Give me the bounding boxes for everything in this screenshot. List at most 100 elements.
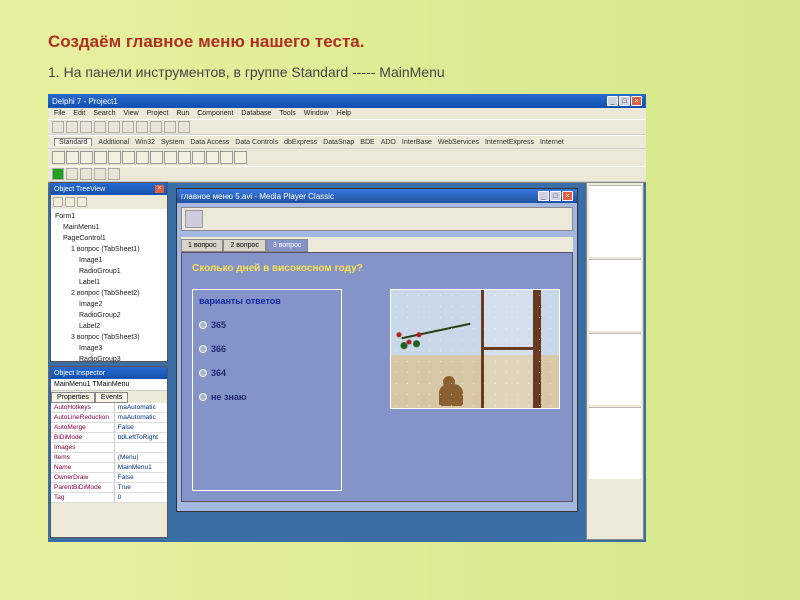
menu-item[interactable]: Edit — [73, 110, 85, 117]
radio-option[interactable]: 365 — [199, 320, 335, 330]
component-icon[interactable] — [80, 151, 93, 164]
tree-node[interactable]: MainMenu1 — [55, 222, 163, 233]
palette-tab[interactable]: BDE — [360, 139, 374, 146]
prop-value[interactable]: bdLeftToRight — [115, 433, 167, 442]
prop-value[interactable]: False — [115, 423, 167, 432]
quiz-tab-1[interactable]: 1 вопрос — [181, 239, 223, 252]
menu-item[interactable]: Tools — [279, 110, 295, 117]
tree-node[interactable]: 3 вопрос (TabSheet3) — [55, 332, 163, 343]
menu-item[interactable]: File — [54, 110, 65, 117]
palette-tab[interactable]: Additional — [98, 139, 129, 146]
tree-node[interactable]: PageControl1 — [55, 233, 163, 244]
toolbar-icon[interactable] — [164, 121, 176, 133]
component-icon[interactable] — [108, 151, 121, 164]
toolbar-icon[interactable] — [108, 168, 120, 180]
toolbar-icon[interactable] — [94, 121, 106, 133]
close-button[interactable]: × — [631, 96, 642, 106]
component-icon[interactable] — [178, 151, 191, 164]
palette-tab[interactable]: Data Controls — [235, 139, 278, 146]
tree-node[interactable]: Label1 — [55, 277, 163, 288]
tree-node[interactable]: 2 вопрос (TabSheet2) — [55, 288, 163, 299]
component-icon[interactable] — [52, 151, 65, 164]
component-icon[interactable] — [220, 151, 233, 164]
palette-tab[interactable]: System — [161, 139, 184, 146]
component-icon[interactable] — [136, 151, 149, 164]
menu-item[interactable]: Component — [197, 110, 233, 117]
tree-node[interactable]: 1 вопрос (TabSheet1) — [55, 244, 163, 255]
toolbar-icon[interactable] — [108, 121, 120, 133]
palette-tab[interactable]: WebServices — [438, 139, 479, 146]
palette-tab[interactable]: Internet — [540, 139, 564, 146]
prop-value[interactable]: maAutomatic — [115, 403, 167, 412]
radio-option[interactable]: 366 — [199, 344, 335, 354]
toolbar-icon[interactable] — [94, 168, 106, 180]
component-icon[interactable] — [164, 151, 177, 164]
palette-tab[interactable]: DataSnap — [323, 139, 354, 146]
maximize-button[interactable]: □ — [619, 96, 630, 106]
palette-tab[interactable]: Win32 — [135, 139, 155, 146]
tree-node[interactable]: Image3 — [55, 343, 163, 354]
palette-tab[interactable]: dbExpress — [284, 139, 317, 146]
inspector-tab-properties[interactable]: Properties — [51, 392, 95, 403]
tree-node[interactable]: Image1 — [55, 255, 163, 266]
menu-item[interactable]: Window — [304, 110, 329, 117]
prop-value[interactable]: True — [115, 483, 167, 492]
inspector-grid[interactable]: AutoHotkeysmaAutomatic AutoLineReduction… — [51, 403, 167, 503]
toolbar-icon[interactable] — [52, 121, 64, 133]
toolbar-icon[interactable] — [66, 121, 78, 133]
component-icon[interactable] — [150, 151, 163, 164]
toolbar-icon[interactable] — [136, 121, 148, 133]
treeview-tool-icon[interactable] — [65, 197, 75, 207]
palette-tab[interactable]: InterBase — [402, 139, 432, 146]
palette-tab[interactable]: ADO — [381, 139, 396, 146]
component-icon[interactable] — [206, 151, 219, 164]
quiz-tab-2[interactable]: 2 вопрос — [223, 239, 265, 252]
prop-value[interactable]: False — [115, 473, 167, 482]
inspector-object-selector[interactable]: MainMenu1 TMainMenu — [51, 379, 167, 391]
prop-value[interactable]: (Menu) — [115, 453, 167, 462]
prop-value[interactable] — [115, 443, 167, 452]
prop-value[interactable]: MainMenu1 — [115, 463, 167, 472]
radio-option[interactable]: не знаю — [199, 392, 335, 402]
close-button[interactable]: × — [562, 191, 573, 201]
minimize-button[interactable]: _ — [607, 96, 618, 106]
toolbar-icon[interactable] — [150, 121, 162, 133]
toolbar-icon[interactable] — [122, 121, 134, 133]
treeview-tool-icon[interactable] — [53, 197, 63, 207]
pause-icon[interactable] — [66, 168, 78, 180]
radio-option[interactable]: 364 — [199, 368, 335, 378]
tree-node[interactable]: RadioGroup2 — [55, 310, 163, 321]
toolbar-icon[interactable] — [80, 168, 92, 180]
tree-node[interactable]: RadioGroup3 — [55, 354, 163, 365]
quiz-tab-3[interactable]: 3 вопрос — [266, 239, 308, 252]
menu-item[interactable]: Database — [241, 110, 271, 117]
component-icon[interactable] — [234, 151, 247, 164]
maximize-button[interactable]: □ — [550, 191, 561, 201]
prop-value[interactable]: 0 — [115, 493, 167, 502]
tree-node[interactable]: RadioGroup1 — [55, 266, 163, 277]
tree-node[interactable]: Image2 — [55, 299, 163, 310]
run-icon[interactable] — [52, 168, 64, 180]
component-icon[interactable] — [192, 151, 205, 164]
palette-tab[interactable]: Data Access — [190, 139, 229, 146]
toolbar-icon[interactable] — [80, 121, 92, 133]
component-icon[interactable] — [122, 151, 135, 164]
tree-node[interactable]: Form1 — [55, 211, 163, 222]
close-icon[interactable]: × — [155, 185, 164, 193]
toolbar-icon[interactable] — [178, 121, 190, 133]
menu-item[interactable]: Search — [93, 110, 115, 117]
component-icon[interactable] — [94, 151, 107, 164]
menu-item[interactable]: Run — [176, 110, 189, 117]
prop-value[interactable]: maAutomatic — [115, 413, 167, 422]
tree-node[interactable]: Label2 — [55, 321, 163, 332]
menu-item[interactable]: View — [124, 110, 139, 117]
palette-tab-standard[interactable]: Standard — [54, 138, 92, 146]
treeview-tool-icon[interactable] — [77, 197, 87, 207]
menu-item[interactable]: Help — [337, 110, 351, 117]
inspector-tab-events[interactable]: Events — [95, 392, 128, 403]
mainmenu-component-icon[interactable] — [185, 210, 203, 228]
treeview-body[interactable]: Form1 MainMenu1 PageControl1 1 вопрос (T… — [51, 209, 167, 378]
component-mainmenu-icon[interactable] — [66, 151, 79, 164]
minimize-button[interactable]: _ — [538, 191, 549, 201]
palette-tab[interactable]: InternetExpress — [485, 139, 534, 146]
